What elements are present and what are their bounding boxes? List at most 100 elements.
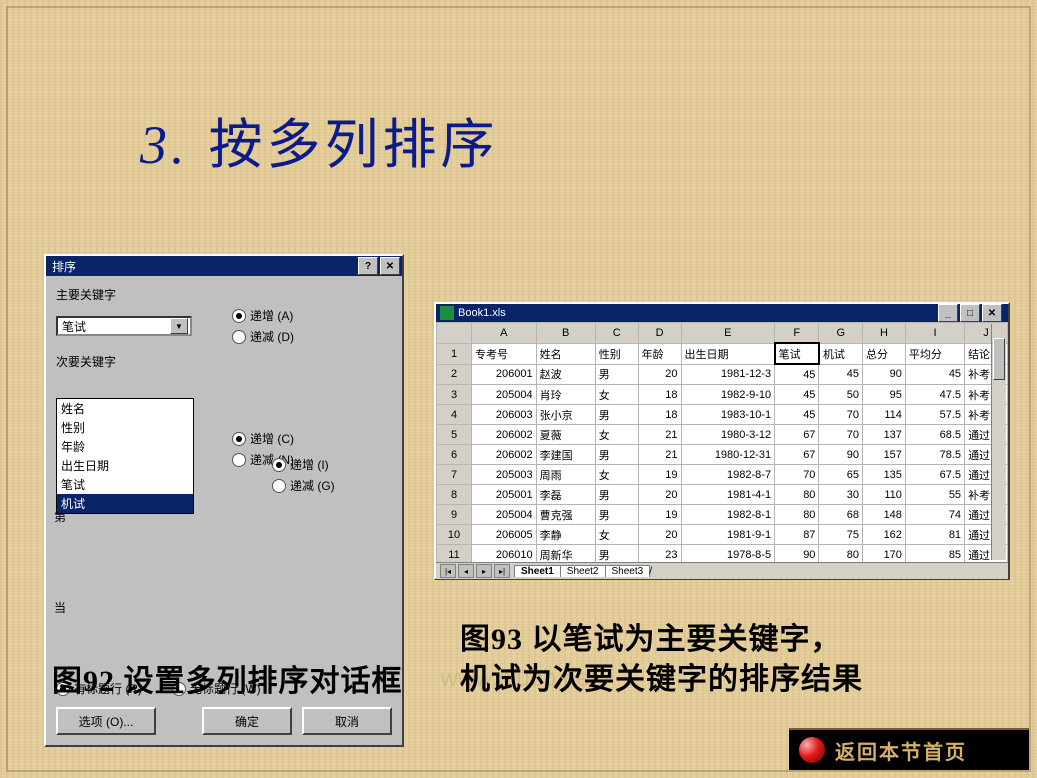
cell[interactable]: 李磊 (536, 485, 595, 505)
col-header[interactable]: H (863, 323, 906, 344)
cell[interactable]: 206002 (472, 445, 537, 465)
cell[interactable]: 45 (905, 364, 964, 385)
cell[interactable]: 206002 (472, 425, 537, 445)
cell[interactable]: 1982-9-10 (681, 385, 775, 405)
tab-sheet3[interactable]: Sheet3 (605, 565, 651, 577)
cell[interactable]: 男 (595, 485, 638, 505)
cell[interactable]: 114 (863, 405, 906, 425)
header-cell[interactable]: 出生日期 (681, 343, 775, 364)
header-cell[interactable]: 年龄 (638, 343, 681, 364)
cell[interactable]: 1981-12-3 (681, 364, 775, 385)
cell[interactable]: 18 (638, 385, 681, 405)
vertical-scrollbar[interactable] (991, 324, 1006, 560)
cell[interactable]: 85 (905, 545, 964, 563)
cell[interactable]: 90 (819, 445, 863, 465)
cell[interactable]: 女 (595, 385, 638, 405)
cell[interactable]: 70 (819, 425, 863, 445)
row-number[interactable]: 2 (437, 364, 472, 385)
cell[interactable]: 110 (863, 485, 906, 505)
cell[interactable]: 曹克强 (536, 505, 595, 525)
cell[interactable]: 30 (819, 485, 863, 505)
cell[interactable]: 周新华 (536, 545, 595, 563)
row-number[interactable]: 10 (437, 525, 472, 545)
cell[interactable]: 206003 (472, 405, 537, 425)
cell[interactable]: 男 (595, 364, 638, 385)
cell[interactable]: 80 (819, 545, 863, 563)
row-number[interactable]: 1 (437, 343, 472, 364)
cell[interactable]: 20 (638, 525, 681, 545)
cell[interactable]: 女 (595, 465, 638, 485)
cell[interactable]: 205001 (472, 485, 537, 505)
primary-ascending-radio[interactable]: 递增 (A) (232, 307, 294, 324)
cell[interactable]: 女 (595, 425, 638, 445)
cell[interactable]: 李静 (536, 525, 595, 545)
third-descending-radio[interactable]: 递减 (G) (272, 477, 335, 494)
cell[interactable]: 68 (819, 505, 863, 525)
cell[interactable]: 45 (775, 364, 819, 385)
tab-nav-prev[interactable]: ◂ (458, 564, 474, 578)
maximize-button[interactable]: □ (960, 304, 980, 322)
cell[interactable]: 1980-12-31 (681, 445, 775, 465)
col-header[interactable]: C (595, 323, 638, 344)
cell[interactable]: 21 (638, 425, 681, 445)
cell[interactable]: 1983-10-1 (681, 405, 775, 425)
cell[interactable]: 70 (775, 465, 819, 485)
cell[interactable]: 65 (819, 465, 863, 485)
option-gender[interactable]: 性别 (57, 418, 193, 437)
cell[interactable]: 肖玲 (536, 385, 595, 405)
row-number[interactable]: 9 (437, 505, 472, 525)
cell[interactable]: 170 (863, 545, 906, 563)
cell[interactable]: 50 (819, 385, 863, 405)
col-header[interactable]: I (905, 323, 964, 344)
cell[interactable]: 80 (775, 485, 819, 505)
help-button[interactable]: ? (358, 257, 378, 275)
third-ascending-radio[interactable]: 递增 (I) (272, 456, 335, 473)
cell[interactable]: 67.5 (905, 465, 964, 485)
cell[interactable]: 男 (595, 445, 638, 465)
row-number[interactable]: 11 (437, 545, 472, 563)
row-number[interactable]: 4 (437, 405, 472, 425)
cell[interactable]: 1978-8-5 (681, 545, 775, 563)
option-birth[interactable]: 出生日期 (57, 456, 193, 475)
header-cell[interactable]: 姓名 (536, 343, 595, 364)
cell[interactable]: 1981-9-1 (681, 525, 775, 545)
cell[interactable]: 75 (819, 525, 863, 545)
header-cell[interactable]: 机试 (819, 343, 863, 364)
tab-nav-next[interactable]: ▸ (476, 564, 492, 578)
cell[interactable]: 1980-3-12 (681, 425, 775, 445)
cell[interactable]: 57.5 (905, 405, 964, 425)
grid[interactable]: ABCDEFGHIJ 1专考号姓名性别年龄出生日期笔试机试总分平均分结论2206… (436, 322, 1008, 562)
scroll-thumb[interactable] (993, 338, 1005, 380)
col-header[interactable]: F (775, 323, 819, 344)
primary-key-combo[interactable]: 笔试 ▼ (56, 316, 192, 336)
options-button[interactable]: 选项 (O)... (56, 707, 156, 735)
cell[interactable]: 55 (905, 485, 964, 505)
tab-sheet1[interactable]: Sheet1 (514, 565, 561, 577)
row-number[interactable]: 6 (437, 445, 472, 465)
cell[interactable]: 45 (775, 405, 819, 425)
cell[interactable]: 45 (775, 385, 819, 405)
cell[interactable]: 45 (819, 364, 863, 385)
cell[interactable]: 19 (638, 505, 681, 525)
cell[interactable]: 70 (819, 405, 863, 425)
cell[interactable]: 205004 (472, 385, 537, 405)
header-cell[interactable]: 专考号 (472, 343, 537, 364)
header-cell[interactable]: 总分 (863, 343, 906, 364)
cell[interactable]: 162 (863, 525, 906, 545)
cell[interactable]: 90 (775, 545, 819, 563)
minimize-button[interactable]: _ (938, 304, 958, 322)
cell[interactable]: 87 (775, 525, 819, 545)
cell[interactable]: 80 (775, 505, 819, 525)
cell[interactable]: 20 (638, 485, 681, 505)
header-cell[interactable]: 平均分 (905, 343, 964, 364)
cell[interactable]: 男 (595, 505, 638, 525)
row-number[interactable]: 7 (437, 465, 472, 485)
cell[interactable]: 81 (905, 525, 964, 545)
cell[interactable]: 1981-4-1 (681, 485, 775, 505)
cell[interactable]: 18 (638, 405, 681, 425)
primary-descending-radio[interactable]: 递减 (D) (232, 328, 294, 345)
option-age[interactable]: 年龄 (57, 437, 193, 456)
cell[interactable]: 95 (863, 385, 906, 405)
cell[interactable]: 135 (863, 465, 906, 485)
row-number[interactable]: 5 (437, 425, 472, 445)
